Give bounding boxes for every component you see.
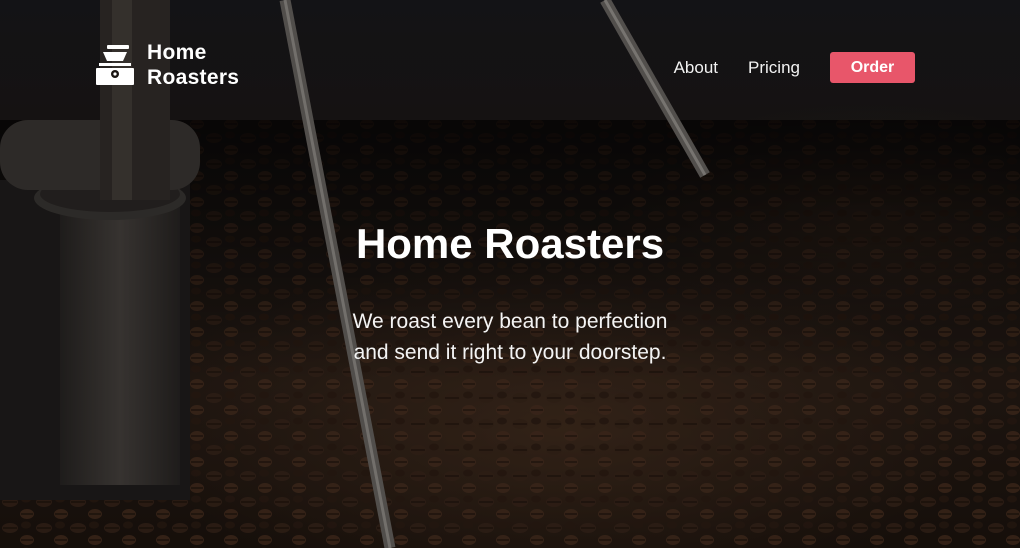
hero-title: Home Roasters xyxy=(355,220,665,267)
brand-name-line1: Home xyxy=(147,41,207,64)
nav-link-pricing[interactable]: Pricing xyxy=(748,52,800,83)
coffee-grinder-icon xyxy=(96,45,134,85)
hero-section: Home Roasters About Pricing Order Home R… xyxy=(0,0,1020,548)
main-nav: About Pricing Order xyxy=(674,52,915,83)
hero-subtitle-line2: and send it right to your doorstep. xyxy=(353,341,667,364)
nav-link-about[interactable]: About xyxy=(674,52,718,83)
brand-name: Home Roasters xyxy=(147,40,239,90)
hero-subtitle: We roast every bean to perfection and se… xyxy=(0,306,1020,368)
brand-logo[interactable]: Home Roasters xyxy=(93,40,239,90)
hero-subtitle-line1: We roast every bean to perfection xyxy=(352,310,668,333)
brand-name-line2: Roasters xyxy=(147,66,240,89)
order-button[interactable]: Order xyxy=(830,52,915,83)
